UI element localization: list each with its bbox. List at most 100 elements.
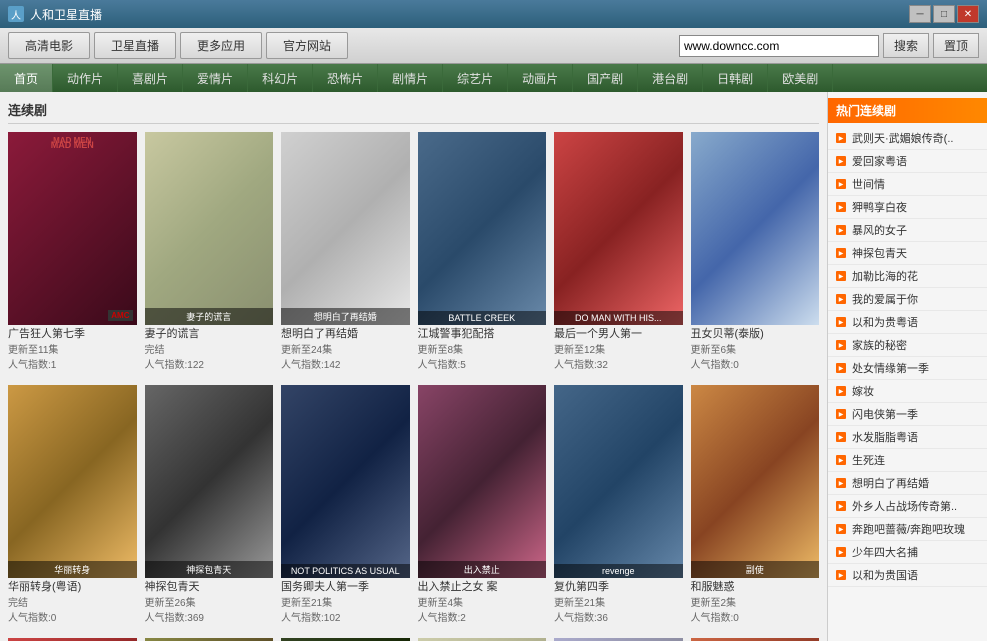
movie-thumb-label: 出入禁止: [418, 561, 547, 578]
sidebar-item-text: 以和为贵粤语: [852, 314, 918, 330]
movie-title: 出入禁止之女 案: [418, 580, 547, 594]
movie-update: 完结: [8, 594, 137, 609]
movie-item[interactable]: 妻子的谎言妻子的谎言完结人气指数:122: [145, 132, 274, 373]
movie-item[interactable]: 神探包青天神探包青天更新至26集人气指数:369: [145, 385, 274, 626]
sidebar-item-2[interactable]: 世间情: [828, 173, 987, 196]
home-button[interactable]: 置顶: [933, 33, 979, 58]
sidebar-item-0[interactable]: 武则天·武媚娘传奇(..: [828, 127, 987, 150]
titlebar-left: 人 人和卫星直播: [8, 6, 102, 23]
sidebar-item-icon: [836, 386, 846, 396]
sidebar-item-5[interactable]: 神探包青天: [828, 242, 987, 265]
nav-tab-5[interactable]: 恐怖片: [313, 64, 378, 92]
sidebar-item-16[interactable]: 外乡人占战场传奇第..: [828, 495, 987, 518]
sidebar-item-icon: [836, 340, 846, 350]
sidebar-item-text: 武则天·武媚娘传奇(..: [852, 130, 953, 146]
sidebar-item-18[interactable]: 少年四大名捕: [828, 541, 987, 564]
nav-tab-9[interactable]: 国产剧: [573, 64, 638, 92]
sidebar-item-4[interactable]: 暴风的女子: [828, 219, 987, 242]
movie-thumbnail: DO MAN WITH HIS...: [554, 132, 683, 325]
movie-info: 广告狂人第七季更新至11集人气指数:1: [8, 325, 137, 373]
sidebar-item-text: 神探包青天: [852, 245, 907, 261]
nav-tab-8[interactable]: 动画片: [508, 64, 573, 92]
sidebar-item-text: 爱回家粤语: [852, 153, 907, 169]
movie-update: 更新至26集: [145, 594, 274, 609]
movie-item[interactable]: revenge复仇第四季更新至21集人气指数:36: [554, 385, 683, 626]
movie-update: 更新至2集: [691, 594, 820, 609]
movie-thumb-label: NOT POLITICS AS USUAL: [281, 564, 410, 578]
movie-thumbnail: 妻子的谎言: [145, 132, 274, 325]
movie-item[interactable]: NOT POLITICS AS USUAL国务卿夫人第一季更新至21集人气指数:…: [281, 385, 410, 626]
movie-info: 妻子的谎言完结人气指数:122: [145, 325, 274, 373]
search-button[interactable]: 搜索: [883, 33, 929, 58]
sidebar-item-19[interactable]: 以和为贵国语: [828, 564, 987, 587]
app-icon: 人: [8, 6, 24, 22]
movie-item[interactable]: 副使和服魅惑更新至2集人气指数:0: [691, 385, 820, 626]
movie-title: 神探包青天: [145, 580, 274, 594]
url-input[interactable]: [679, 35, 879, 57]
movie-info: 最后一个男人第一更新至12集人气指数:32: [554, 325, 683, 373]
sidebar-item-8[interactable]: 以和为贵粤语: [828, 311, 987, 334]
movie-thumbnail: [691, 132, 820, 325]
sidebar-item-text: 加勒比海的花: [852, 268, 918, 284]
sidebar-item-text: 暴风的女子: [852, 222, 907, 238]
nav-tab-1[interactable]: 动作片: [53, 64, 118, 92]
sidebar-item-9[interactable]: 家族的秘密: [828, 334, 987, 357]
movie-item[interactable]: 想明白了再结婚想明白了再结婚更新至24集人气指数:142: [281, 132, 410, 373]
nav-tab-2[interactable]: 喜剧片: [118, 64, 183, 92]
movie-popularity: 人气指数:369: [145, 609, 274, 624]
nav-tab-0[interactable]: 首页: [0, 64, 53, 92]
movie-item[interactable]: 丑女贝蒂(泰版)更新至6集人气指数:0: [691, 132, 820, 373]
minimize-button[interactable]: ─: [909, 5, 931, 23]
movie-popularity: 人气指数:0: [691, 609, 820, 624]
nav-tab-4[interactable]: 科幻片: [248, 64, 313, 92]
movie-thumbnail: 出入禁止: [418, 385, 547, 578]
sidebar-item-3[interactable]: 狎鸭享白夜: [828, 196, 987, 219]
nav-tabs: 首页动作片喜剧片爱情片科幻片恐怖片剧情片综艺片动画片国产剧港台剧日韩剧欧美剧: [0, 64, 987, 92]
movie-info: 神探包青天更新至26集人气指数:369: [145, 578, 274, 626]
nav-tab-7[interactable]: 综艺片: [443, 64, 508, 92]
movie-thumb-label: revenge: [554, 564, 683, 578]
sidebar-item-10[interactable]: 处女情缘第一季: [828, 357, 987, 380]
movie-thumb-top-label: MAD MEN: [53, 136, 91, 145]
movie-info: 复仇第四季更新至21集人气指数:36: [554, 578, 683, 626]
sidebar: 热门连续剧 武则天·武媚娘传奇(..爱回家粤语世间情狎鸭享白夜暴风的女子神探包青…: [827, 92, 987, 641]
hd-movies-button[interactable]: 高清电影: [8, 32, 90, 59]
sidebar-item-6[interactable]: 加勒比海的花: [828, 265, 987, 288]
sidebar-item-icon: [836, 570, 846, 580]
movie-item[interactable]: 华丽转身华丽转身(粤语)完结人气指数:0: [8, 385, 137, 626]
more-apps-button[interactable]: 更多应用: [180, 32, 262, 59]
movie-title: 华丽转身(粤语): [8, 580, 137, 594]
movie-info: 国务卿夫人第一季更新至21集人气指数:102: [281, 578, 410, 626]
sidebar-item-13[interactable]: 水发脂脂粤语: [828, 426, 987, 449]
movie-update: 更新至21集: [281, 594, 410, 609]
official-site-button[interactable]: 官方网站: [266, 32, 348, 59]
nav-tab-11[interactable]: 日韩剧: [703, 64, 768, 92]
nav-tab-12[interactable]: 欧美剧: [768, 64, 833, 92]
movie-item[interactable]: MAD MENAMC广告狂人第七季更新至11集人气指数:1: [8, 132, 137, 373]
movie-item[interactable]: DO MAN WITH HIS...最后一个男人第一更新至12集人气指数:32: [554, 132, 683, 373]
satellite-tv-button[interactable]: 卫星直播: [94, 32, 176, 59]
movie-thumb-label: BATTLE CREEK: [418, 311, 547, 325]
nav-tab-10[interactable]: 港台剧: [638, 64, 703, 92]
movie-item[interactable]: 出入禁止出入禁止之女 案更新至4集人气指数:2: [418, 385, 547, 626]
sidebar-item-text: 外乡人占战场传奇第..: [852, 498, 957, 514]
movie-info: 想明白了再结婚更新至24集人气指数:142: [281, 325, 410, 373]
main-area: 连续剧 MAD MENAMC广告狂人第七季更新至11集人气指数:1妻子的谎言妻子…: [0, 92, 987, 641]
movie-thumbnail: revenge: [554, 385, 683, 578]
movie-item[interactable]: BATTLE CREEK江城警事犯配搭更新至8集人气指数:5: [418, 132, 547, 373]
maximize-button[interactable]: □: [933, 5, 955, 23]
sidebar-item-17[interactable]: 奔跑吧蔷薇/奔跑吧玫瑰: [828, 518, 987, 541]
sidebar-item-12[interactable]: 闪电侠第一季: [828, 403, 987, 426]
movie-grid-row1: MAD MENAMC广告狂人第七季更新至11集人气指数:1妻子的谎言妻子的谎言完…: [8, 132, 819, 373]
nav-tab-6[interactable]: 剧情片: [378, 64, 443, 92]
nav-tab-3[interactable]: 爱情片: [183, 64, 248, 92]
close-button[interactable]: ✕: [957, 5, 979, 23]
movie-info: 丑女贝蒂(泰版)更新至6集人气指数:0: [691, 325, 820, 373]
movie-popularity: 人气指数:1: [8, 356, 137, 371]
sidebar-item-1[interactable]: 爱回家粤语: [828, 150, 987, 173]
sidebar-item-15[interactable]: 想明白了再结婚: [828, 472, 987, 495]
sidebar-item-11[interactable]: 嫁妆: [828, 380, 987, 403]
sidebar-item-14[interactable]: 生死连: [828, 449, 987, 472]
sidebar-item-7[interactable]: 我的爱属于你: [828, 288, 987, 311]
sidebar-item-text: 家族的秘密: [852, 337, 907, 353]
